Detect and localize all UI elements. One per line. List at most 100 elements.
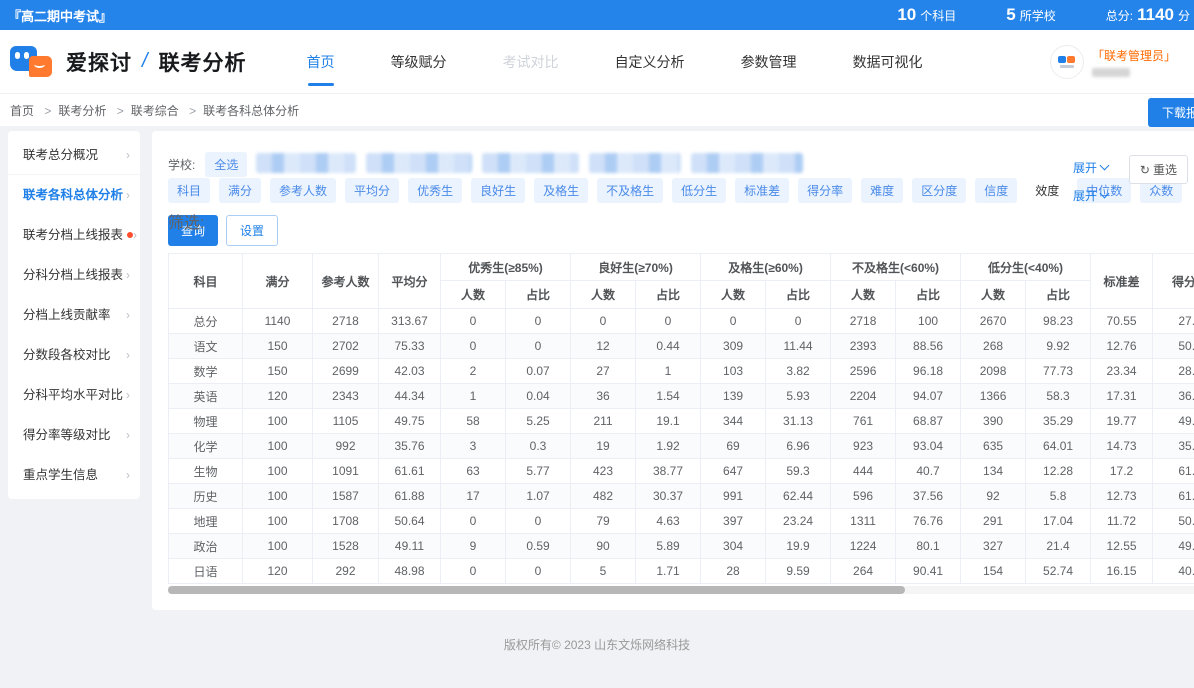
table-cell: 31.13 (766, 409, 831, 434)
table-cell: 14.73 (1091, 434, 1153, 459)
user-area: 「联考管理员」 (1050, 45, 1184, 79)
table-cell: 2204 (831, 384, 896, 409)
metric-filter-chip[interactable]: 标准差 (735, 178, 789, 203)
table-cell: 1105 (313, 409, 379, 434)
table-cell: 1.54 (636, 384, 701, 409)
metric-filter-chip[interactable]: 平均分 (345, 178, 399, 203)
table-cell: 0.44 (636, 334, 701, 359)
sidebar-item[interactable]: 分档上线贡献率 › (8, 295, 140, 335)
sidebar-item[interactable]: 分数段各校对比 › (8, 335, 140, 375)
main-panel: 学校: 全选 科目 满分 参考人数 平均分 优秀生 良好生 及格生 不及格生 (152, 131, 1194, 610)
metric-filter-chip[interactable]: 不及格生 (597, 178, 663, 203)
main-nav: 首页 等级赋分 考试对比 自定义分析 参数管理 数据可视化 (305, 30, 925, 94)
column-subheader: 占比 (636, 281, 701, 309)
table-cell: 17.2 (1091, 459, 1153, 484)
chevron-right-icon: › (126, 415, 130, 455)
table-cell: 93.04 (896, 434, 961, 459)
metric-filter-chip[interactable]: 良好生 (471, 178, 525, 203)
metric-filter-chip[interactable]: 区分度 (912, 178, 966, 203)
table-cell: 48.98 (379, 559, 441, 584)
metric-filter-chip[interactable]: 满分 (219, 178, 261, 203)
sidebar-item[interactable]: 联考分档上线报表 › (8, 215, 140, 255)
table-cell: 50.6 (1153, 509, 1194, 534)
sidebar-item[interactable]: 重点学生信息 › (8, 455, 140, 495)
expand-metrics-link[interactable]: 展开 (1073, 187, 1108, 204)
nav-item-label: 参数管理 (741, 54, 797, 70)
expand-schools-link[interactable]: 展开 (1073, 159, 1108, 176)
table-cell: 991 (701, 484, 766, 509)
metric-filter-chip[interactable]: 信度 (975, 178, 1017, 203)
sidebar-item[interactable]: 联考总分概况 › (8, 135, 140, 175)
sidebar-item-label: 分科平均水平对比 (23, 375, 123, 415)
school-chip-redacted[interactable] (589, 153, 681, 173)
nav-item[interactable]: 等级赋分 (389, 30, 449, 94)
user-avatar[interactable] (1050, 45, 1084, 79)
chevron-right-icon: › (126, 135, 130, 175)
table-cell: 390 (961, 409, 1026, 434)
settings-button[interactable]: 设置 (226, 215, 278, 246)
metric-filter-chip[interactable]: 及格生 (534, 178, 588, 203)
avatar-logo-icon (1058, 56, 1075, 63)
nav-item[interactable]: 首页 (305, 30, 337, 94)
user-role-badge: 「联考管理员」 (1092, 47, 1176, 64)
sidebar-item[interactable]: 分科平均水平对比 › (8, 375, 140, 415)
school-chip-redacted[interactable] (691, 153, 803, 173)
table-cell: 19 (571, 434, 636, 459)
table-cell: 344 (701, 409, 766, 434)
table-cell: 0.07 (506, 359, 571, 384)
table-cell: 1528 (313, 534, 379, 559)
table-cell: 40.8 (1153, 559, 1194, 584)
table-cell: 17.31 (1091, 384, 1153, 409)
subjects-table: 科目满分参考人数平均分优秀生(≥85%)良好生(≥70%)及格生(≥60%)不及… (168, 253, 1194, 584)
sidebar-item[interactable]: 得分率等级对比 › (8, 415, 140, 455)
download-report-button[interactable]: 下载报表 (1148, 98, 1194, 127)
table-cell: 化学 (169, 434, 243, 459)
breadcrumb-item[interactable]: 联考综合 (110, 104, 179, 118)
horizontal-scrollbar-track[interactable] (168, 586, 1194, 594)
hidden-school-chips (256, 153, 813, 176)
sidebar-item[interactable]: 分科分档上线报表 › (8, 255, 140, 295)
table-cell: 35.76 (379, 434, 441, 459)
table-cell: 61.6 (1153, 459, 1194, 484)
table-cell: 0 (441, 509, 506, 534)
table-cell: 90 (571, 534, 636, 559)
metric-filter-chip[interactable]: 难度 (861, 178, 903, 203)
horizontal-scrollbar-thumb[interactable] (168, 586, 905, 594)
table-cell: 2343 (313, 384, 379, 409)
metric-filter-chip[interactable]: 参考人数 (270, 178, 336, 203)
chevron-down-icon (1100, 161, 1110, 171)
breadcrumb-item[interactable]: 联考各科总体分析 (182, 104, 299, 118)
metric-filter-chip[interactable]: 优秀生 (408, 178, 462, 203)
table-cell: 28 (701, 559, 766, 584)
subject-count: 10 (897, 5, 916, 25)
metric-filter-chip[interactable]: 得分率 (798, 178, 852, 203)
reset-button[interactable]: ↻重选 (1129, 155, 1188, 184)
sidebar-item[interactable]: 联考各科总体分析 › (8, 175, 140, 215)
nav-item[interactable]: 参数管理 (739, 30, 799, 94)
table-cell: 12.55 (1091, 534, 1153, 559)
nav-item[interactable]: 数据可视化 (851, 30, 925, 94)
table-cell: 23.24 (766, 509, 831, 534)
table-cell: 154 (961, 559, 1026, 584)
breadcrumb-item[interactable]: 首页 (10, 104, 34, 118)
school-chip-redacted[interactable] (482, 153, 579, 173)
chat-bubble-orange-icon (29, 56, 52, 77)
school-chip-redacted[interactable] (366, 153, 472, 173)
metric-filter-chip[interactable]: 低分生 (672, 178, 726, 203)
breadcrumb-item[interactable]: 联考分析 (37, 104, 106, 118)
content-area: 联考总分概况 › 联考各科总体分析 › 联考分档上线报表 › 分科分档上线报表 … (0, 126, 1194, 653)
nav-item[interactable]: 考试对比 (501, 30, 561, 94)
school-filter-row: 学校: 全选 (168, 151, 1194, 177)
school-chip-redacted[interactable] (256, 153, 356, 173)
metric-filter-chip[interactable]: 效度 (1026, 178, 1068, 203)
nav-item[interactable]: 自定义分析 (613, 30, 687, 94)
table-cell: 17.04 (1026, 509, 1091, 534)
table-cell: 52.74 (1026, 559, 1091, 584)
table-row: 日语12029248.980051.71289.5926490.4115452.… (169, 559, 1194, 584)
metric-filter-chip[interactable]: 科目 (168, 178, 210, 203)
table-cell: 1224 (831, 534, 896, 559)
table-cell: 总分 (169, 309, 243, 334)
select-all-schools-chip[interactable]: 全选 (205, 152, 247, 177)
table-cell: 9.92 (1026, 334, 1091, 359)
table-cell: 309 (701, 334, 766, 359)
